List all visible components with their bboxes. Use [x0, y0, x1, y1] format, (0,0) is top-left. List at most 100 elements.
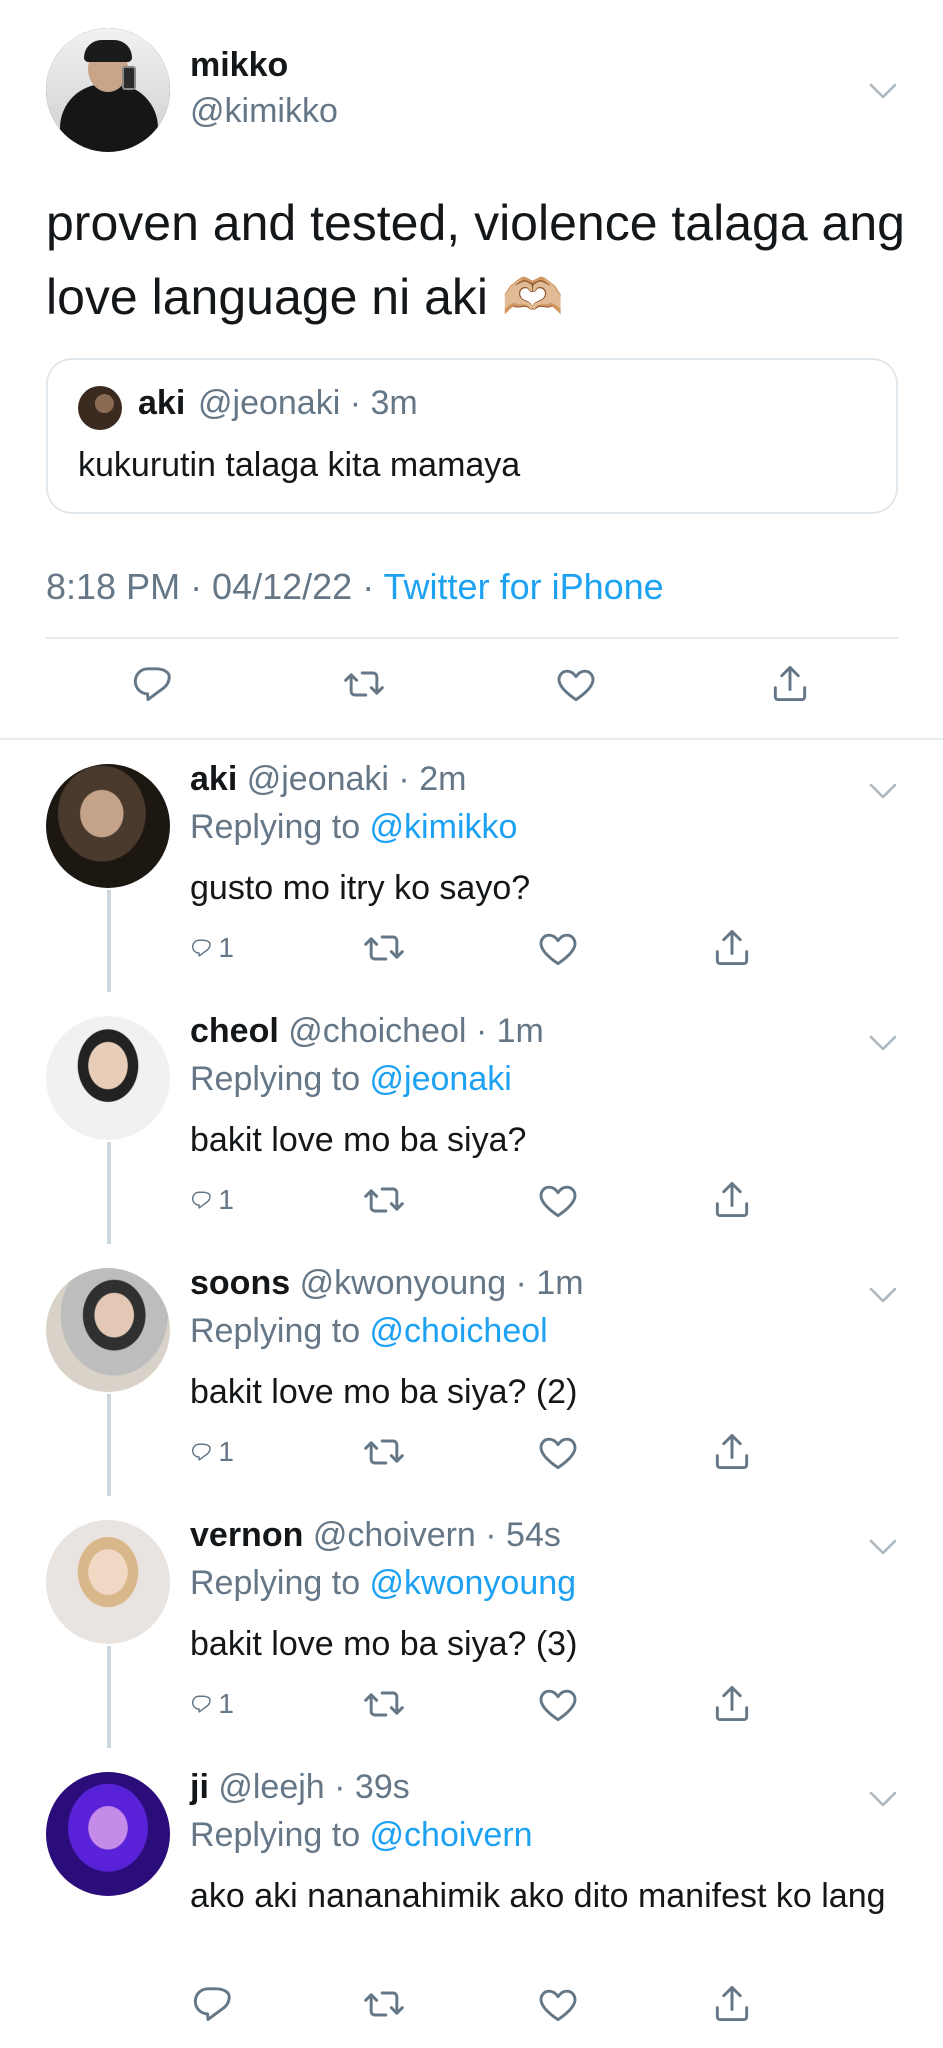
- reply-button[interactable]: [190, 1982, 234, 2026]
- reply-author-name[interactable]: ji: [190, 1768, 209, 1806]
- replying-to-link[interactable]: @jeonaki: [370, 1060, 512, 1098]
- reply-meta: @jeonaki · 2m: [246, 760, 467, 798]
- reply-text: gusto mo itry ko sayo?: [190, 869, 531, 907]
- reply-count: 1: [218, 1436, 234, 1467]
- tweet-time: 8:18 PM · 04/12/22 ·: [46, 566, 384, 607]
- reply-icon: [190, 1682, 212, 1726]
- thread-line: [107, 1646, 111, 1748]
- avatar[interactable]: [46, 1016, 170, 1140]
- retweet-icon: [362, 1982, 406, 2026]
- reply-icon: [190, 1430, 212, 1474]
- reply-count: 1: [218, 1688, 234, 1719]
- quoted-tweet[interactable]: aki @jeonaki · 3m kukurutin talaga kita …: [46, 358, 898, 514]
- chevron-down-icon[interactable]: [868, 1286, 898, 1304]
- tweet-source-link[interactable]: Twitter for iPhone: [384, 566, 664, 607]
- thread-line: [107, 1142, 111, 1244]
- quoted-text: kukurutin talaga kita mamaya: [78, 446, 521, 484]
- reply-icon: [130, 662, 174, 706]
- reply-author-name[interactable]: cheol: [190, 1012, 279, 1050]
- reply-text: bakit love mo ba siya? (3): [190, 1625, 578, 1663]
- like-button[interactable]: [536, 1682, 580, 1726]
- share-button[interactable]: [768, 662, 812, 706]
- share-icon: [710, 1430, 754, 1474]
- tweet-timestamp: 8:18 PM · 04/12/22 · Twitter for iPhone: [46, 566, 664, 608]
- reply-author-name[interactable]: soons: [190, 1264, 290, 1302]
- reply-button[interactable]: 1: [190, 1178, 234, 1222]
- like-button[interactable]: [536, 1178, 580, 1222]
- like-icon: [536, 1430, 580, 1474]
- chevron-down-icon[interactable]: [868, 782, 898, 800]
- avatar[interactable]: [46, 28, 170, 152]
- reply-meta: @choicheol · 1m: [288, 1012, 544, 1050]
- author-handle[interactable]: @kimikko: [190, 92, 338, 131]
- reply-icon: [190, 1178, 212, 1222]
- avatar[interactable]: [46, 764, 170, 888]
- share-button[interactable]: [710, 1982, 754, 2026]
- thread-line: [107, 890, 111, 992]
- reply-tweet[interactable]: cheol @choicheol · 1m Replying to @jeona…: [0, 992, 943, 1244]
- share-icon: [710, 1682, 754, 1726]
- reply-tweet[interactable]: ji @leejh · 39s Replying to @choivern ak…: [0, 1748, 943, 2048]
- quoted-name: aki: [138, 384, 186, 422]
- reply-text: bakit love mo ba siya?: [190, 1121, 527, 1159]
- replying-label: Replying to: [190, 1312, 370, 1350]
- divider: [46, 637, 898, 639]
- chevron-down-icon[interactable]: [868, 1034, 898, 1052]
- main-tweet: mikko @kimikko proven and tested, violen…: [0, 0, 943, 738]
- replying-to-link[interactable]: @choicheol: [370, 1312, 548, 1350]
- like-button[interactable]: [554, 662, 598, 706]
- share-button[interactable]: [710, 926, 754, 970]
- replying-to-link[interactable]: @kimikko: [370, 808, 518, 846]
- replying-to-link[interactable]: @kwonyoung: [370, 1564, 577, 1602]
- retweet-icon: [362, 926, 406, 970]
- avatar[interactable]: [46, 1268, 170, 1392]
- share-button[interactable]: [710, 1178, 754, 1222]
- replying-to-link[interactable]: @choivern: [370, 1816, 533, 1854]
- reply-tweet[interactable]: vernon @choivern · 54s Replying to @kwon…: [0, 1496, 943, 1748]
- reply-button[interactable]: 1: [190, 1682, 234, 1726]
- retweet-button[interactable]: [362, 1178, 406, 1222]
- replying-label: Replying to: [190, 1816, 370, 1854]
- retweet-button[interactable]: [362, 926, 406, 970]
- like-icon: [536, 1682, 580, 1726]
- like-button[interactable]: [536, 926, 580, 970]
- share-icon: [710, 926, 754, 970]
- quoted-meta: @jeonaki · 3m: [198, 384, 418, 422]
- replying-label: Replying to: [190, 1564, 370, 1602]
- tweet-text: proven and tested, violence talaga ang l…: [46, 195, 905, 325]
- reply-button[interactable]: 1: [190, 926, 234, 970]
- retweet-button[interactable]: [362, 1430, 406, 1474]
- chevron-down-icon[interactable]: [868, 82, 898, 100]
- chevron-down-icon[interactable]: [868, 1538, 898, 1556]
- retweet-icon: [362, 1682, 406, 1726]
- thread-line: [107, 1394, 111, 1496]
- share-button[interactable]: [710, 1682, 754, 1726]
- retweet-button[interactable]: [342, 662, 386, 706]
- share-icon: [768, 662, 812, 706]
- retweet-icon: [362, 1430, 406, 1474]
- share-button[interactable]: [710, 1430, 754, 1474]
- reply-meta: @leejh · 39s: [218, 1768, 410, 1806]
- like-icon: [536, 1982, 580, 2026]
- reply-text: ako aki nananahimik ako dito manifest ko…: [190, 1877, 886, 1915]
- author-name[interactable]: mikko: [190, 46, 288, 85]
- reply-button[interactable]: 1: [190, 1430, 234, 1474]
- retweet-button[interactable]: [362, 1982, 406, 2026]
- retweet-button[interactable]: [362, 1682, 406, 1726]
- reply-author-name[interactable]: aki: [190, 760, 237, 798]
- reply-icon: [190, 1982, 234, 2026]
- like-button[interactable]: [536, 1430, 580, 1474]
- reply-button[interactable]: [130, 662, 174, 706]
- reply-meta: @kwonyoung · 1m: [299, 1264, 584, 1302]
- quoted-avatar: [78, 386, 122, 430]
- chevron-down-icon[interactable]: [868, 1790, 898, 1808]
- reply-tweet[interactable]: soons @kwonyoung · 1m Replying to @choic…: [0, 1244, 943, 1496]
- avatar[interactable]: [46, 1772, 170, 1896]
- like-button[interactable]: [536, 1982, 580, 2026]
- share-icon: [710, 1178, 754, 1222]
- avatar[interactable]: [46, 1520, 170, 1644]
- reply-tweet[interactable]: aki @jeonaki · 2m Replying to @kimikko g…: [0, 740, 943, 992]
- reply-author-name[interactable]: vernon: [190, 1516, 303, 1554]
- like-icon: [554, 662, 598, 706]
- retweet-icon: [362, 1178, 406, 1222]
